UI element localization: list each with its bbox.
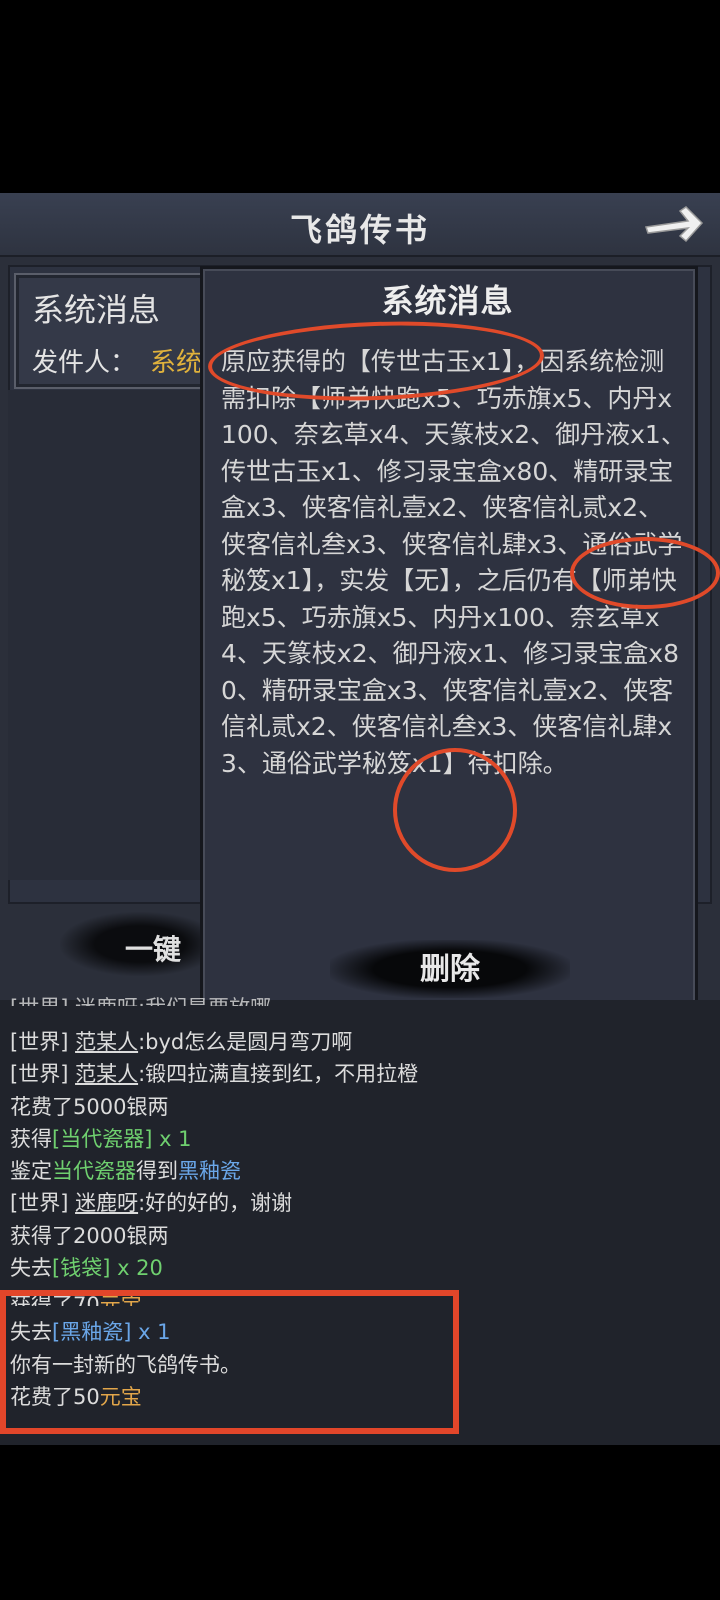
chat-line: 鉴定当代瓷器得到黑釉瓷	[10, 1155, 241, 1185]
item-qty: x 1	[131, 1320, 171, 1344]
chat-line: 你有一封新的飞鸽传书。	[10, 1353, 241, 1377]
chat-text: 花费了50	[10, 1385, 100, 1409]
mail-item-sender-value: 系统	[150, 348, 200, 378]
status-bar-area	[0, 0, 720, 193]
chat-line: [世界] 范某人:byd怎么是圆月弯刀啊	[10, 1026, 352, 1056]
chat-text: 获得	[10, 1127, 52, 1151]
currency-name: 元宝	[99, 1385, 142, 1409]
arrow-right-icon[interactable]	[640, 199, 706, 249]
chat-line: [世界] 迷鹿呀:好的好的，谢谢	[10, 1187, 292, 1217]
chat-message-text: :好的好的，谢谢	[138, 1191, 293, 1215]
mail-item-sender-label: 发件人：	[32, 348, 137, 378]
chat-player-name[interactable]: 范某人	[75, 1030, 138, 1054]
chat-line: 失去[钱袋] x 20	[10, 1252, 163, 1282]
chat-line: 获得了2000银两	[10, 1224, 169, 1248]
delete-button[interactable]: 删除	[380, 950, 520, 994]
item-name: 黑釉瓷	[178, 1159, 241, 1183]
item-name: 当代瓷器	[52, 1159, 136, 1183]
bottom-black-area	[0, 1445, 720, 1600]
chat-message-text: :锻四拉满直接到红，不用拉橙	[138, 1062, 419, 1086]
item-qty: x 20	[110, 1256, 163, 1280]
page-title: 飞鸽传书	[289, 211, 430, 249]
chat-text: 失去	[10, 1320, 52, 1344]
chat-text: 得到	[136, 1159, 178, 1183]
item-link[interactable]: [当代瓷器]	[52, 1127, 152, 1151]
chat-line: 获得[当代瓷器] x 1	[10, 1123, 192, 1153]
currency-name: 元宝	[99, 1293, 142, 1306]
chat-text: 失去	[10, 1256, 52, 1280]
chat-line: 失去[黑釉瓷] x 1	[10, 1316, 171, 1346]
chat-message-text: :byd怎么是圆月弯刀啊	[138, 1030, 353, 1054]
mail-item-title: 系统消息	[32, 291, 161, 329]
chat-channel-tag: [世界]	[10, 1062, 69, 1086]
chat-text: 获得了70	[10, 1293, 100, 1306]
item-qty: x 1	[152, 1127, 192, 1151]
chat-channel-tag: [世界]	[10, 1191, 69, 1215]
one-key-button[interactable]: 一键	[125, 928, 181, 968]
dialog-title: 系统消息	[381, 282, 514, 320]
item-link[interactable]: [黑釉瓷]	[52, 1320, 131, 1344]
chat-line: [世界] 范某人:锻四拉满直接到红，不用拉橙	[10, 1058, 418, 1088]
chat-channel-tag: [世界]	[10, 1030, 69, 1054]
item-link[interactable]: [钱袋]	[52, 1256, 110, 1280]
chat-line-partial: [世界] 迷鹿呀:我们是要放哪	[10, 992, 271, 1006]
chat-line: 花费了50元宝	[10, 1381, 142, 1411]
chat-text: 鉴定	[10, 1159, 52, 1183]
chat-player-name[interactable]: 范某人	[75, 1062, 138, 1086]
chat-line: 花费了5000银两	[10, 1095, 169, 1119]
chat-line-partial: 获得了70元宝	[10, 1289, 142, 1306]
dialog-message-body: 原应获得的【传世古玉x1】，因系统检测需扣除【师弟快跑x5、巧赤旗x5、内丹x1…	[221, 347, 686, 778]
chat-player-name[interactable]: 迷鹿呀	[75, 1191, 138, 1215]
mail-list-empty-area	[8, 390, 204, 880]
